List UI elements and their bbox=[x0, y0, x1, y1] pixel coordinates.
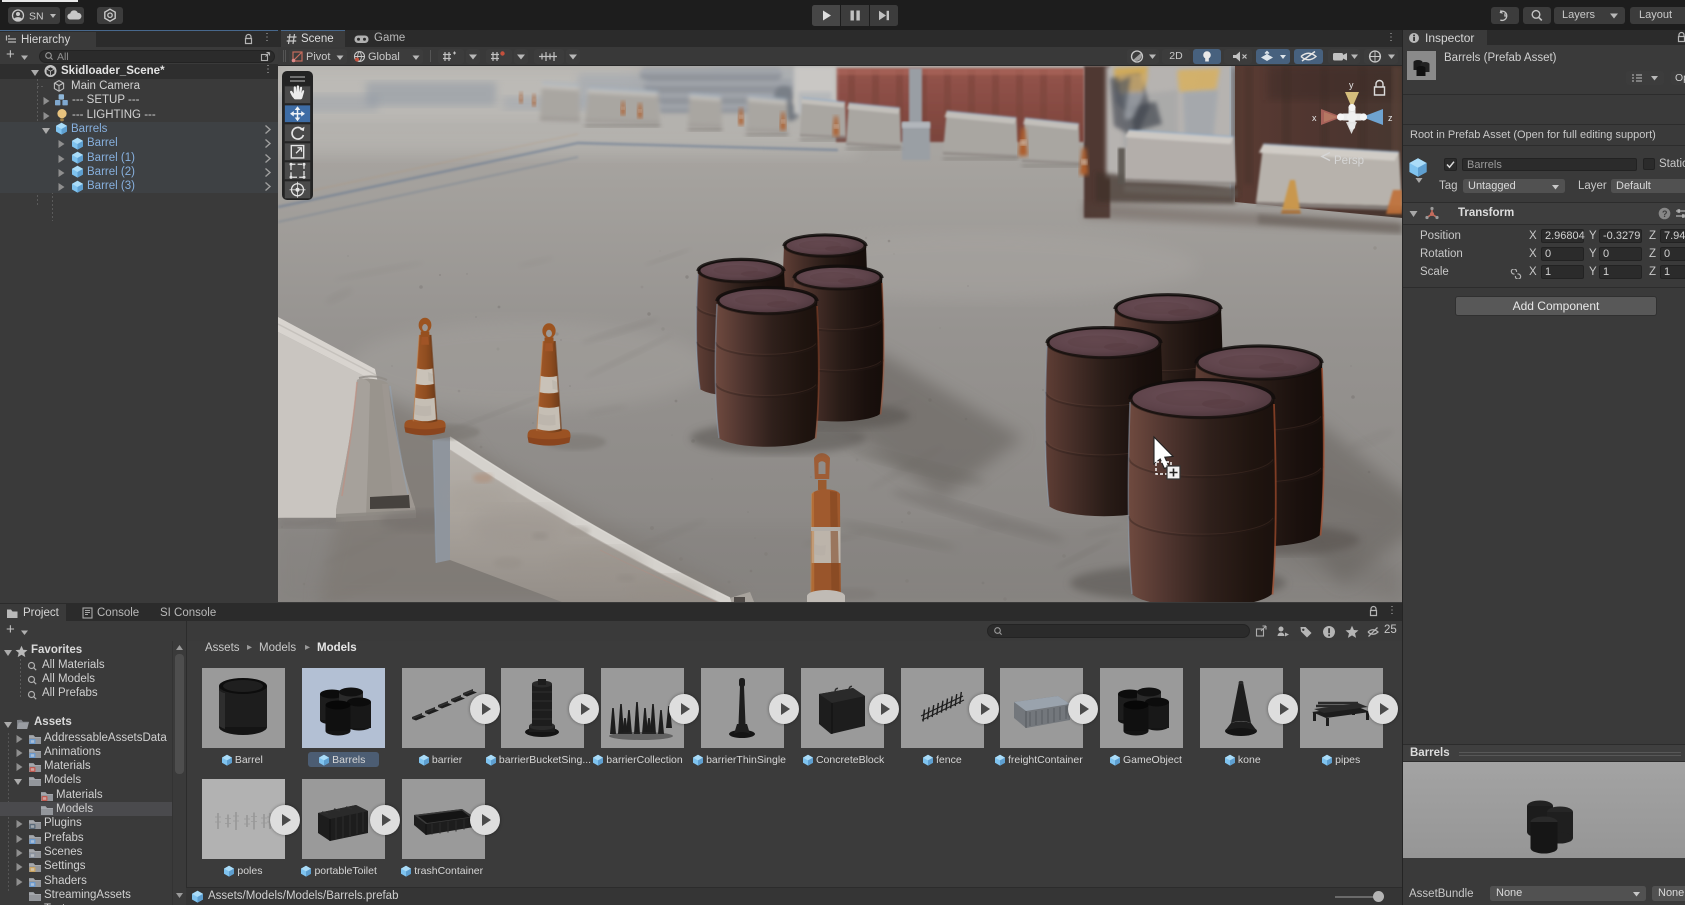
svg-text:z: z bbox=[1388, 113, 1393, 123]
svg-text:x: x bbox=[1312, 113, 1317, 123]
svg-text:y: y bbox=[1349, 80, 1354, 90]
svg-text:?: ? bbox=[1662, 209, 1668, 219]
svg-text:Persp: Persp bbox=[1334, 155, 1364, 167]
svg-text:SN: SN bbox=[29, 11, 44, 23]
